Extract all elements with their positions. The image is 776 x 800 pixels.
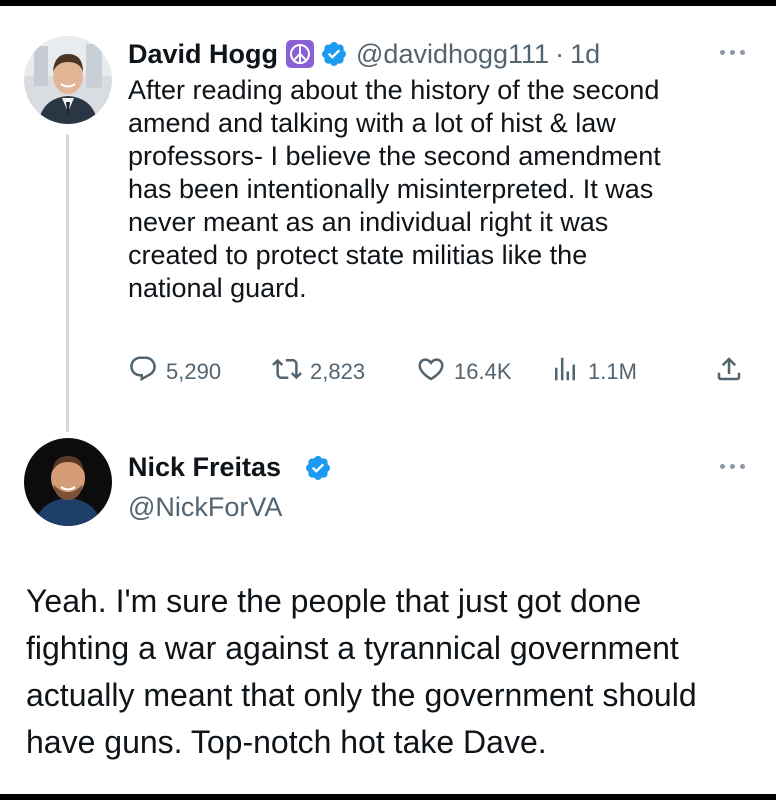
tweet2-text: Yeah. I'm sure the people that just got … [26, 583, 697, 760]
time-separator: · [555, 38, 565, 69]
repost-icon [272, 354, 302, 390]
reply-button[interactable]: 5,290 [128, 354, 221, 390]
nick-freitas-avatar[interactable] [24, 438, 112, 526]
like-button[interactable]: 16.4K [416, 354, 512, 390]
verified-icon [320, 40, 348, 68]
views-count: 1.1M [588, 359, 637, 384]
author-handle[interactable]: @davidhogg111 [356, 39, 549, 70]
views-icon [550, 354, 580, 390]
author-name[interactable]: David Hogg [128, 39, 278, 70]
reply-count: 5,290 [166, 359, 222, 384]
tweet-time[interactable]: 1d [570, 39, 600, 70]
verified-icon-2 [304, 454, 332, 482]
author-handle-2[interactable]: @NickForVA [128, 490, 282, 524]
more-icon-2[interactable] [715, 460, 749, 472]
repost-button[interactable]: 2,823 [272, 354, 365, 390]
peace-icon [286, 40, 315, 68]
repost-count: 2,823 [310, 359, 366, 384]
tweet1-header: David Hogg @davidhogg111 · 1d [128, 36, 600, 72]
author-name-2[interactable]: Nick Freitas [128, 450, 281, 484]
share-button[interactable] [714, 354, 744, 390]
share-icon [714, 354, 744, 390]
tweet1-text: After reading about the history of the s… [128, 75, 661, 303]
views-button[interactable]: 1.1M [550, 354, 637, 390]
tweet-card: David Hogg @davidhogg111 · 1d After read… [0, 6, 776, 794]
more-icon[interactable] [715, 46, 749, 58]
thread-line [66, 134, 69, 432]
like-icon [416, 354, 446, 390]
reply-icon [128, 354, 158, 390]
david-hogg-avatar[interactable] [24, 36, 112, 124]
tweet1-actions: 5,290 2,823 16.4K 1.1M [128, 354, 748, 390]
like-count: 16.4K [454, 359, 512, 384]
